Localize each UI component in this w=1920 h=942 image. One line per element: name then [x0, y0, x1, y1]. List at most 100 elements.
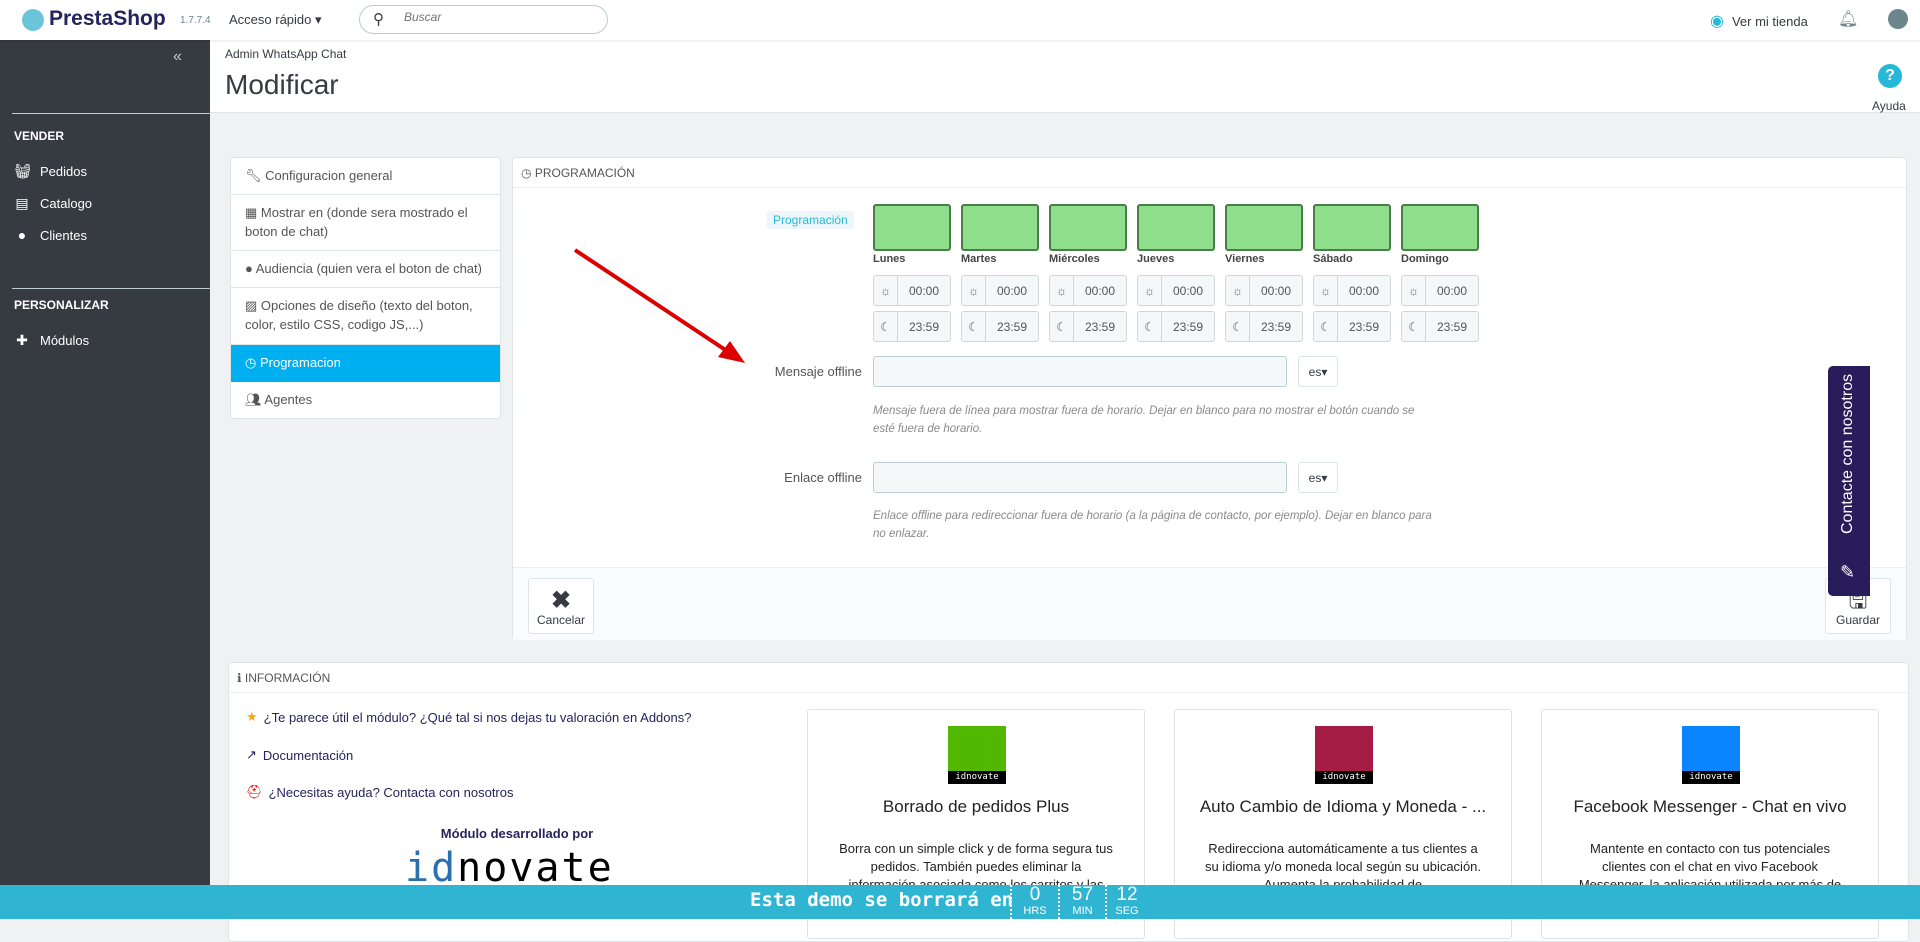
- minutes-value: 57: [1071, 884, 1094, 905]
- lang-label: es: [1308, 364, 1322, 379]
- star-icon: ★: [246, 709, 258, 724]
- help-icon[interactable]: ?: [1878, 64, 1902, 88]
- quick-access-dropdown[interactable]: Acceso rápido ▾: [229, 12, 322, 28]
- day-toggle-4[interactable]: [1225, 204, 1303, 251]
- start-time-value: 00:00: [1436, 283, 1468, 298]
- menu-item-opciones-diseno[interactable]: ▨ Opciones de diseño (texto del boton, c…: [231, 288, 500, 345]
- end-time-input[interactable]: ☾ 23:59: [1049, 311, 1127, 342]
- start-time-input[interactable]: ☼ 00:00: [1401, 275, 1479, 306]
- menu-item-config-general[interactable]: 🔧︎ Configuracion general: [231, 158, 500, 195]
- end-time-value: 23:59: [1348, 319, 1380, 334]
- sidebar-item-pedidos[interactable]: 🧺︎ Pedidos: [14, 163, 87, 180]
- offline-message-input[interactable]: [873, 356, 1287, 387]
- eye-icon: ◉: [1710, 13, 1724, 30]
- day-toggle-6[interactable]: [1401, 204, 1479, 251]
- sidebar-item-modulos[interactable]: ✚ Módulos: [14, 332, 89, 349]
- day-label: Domingo: [1401, 253, 1449, 265]
- seconds-counter: 12 SEG: [1105, 885, 1147, 919]
- idnovate-logo[interactable]: idnovate: [405, 846, 614, 890]
- lang-label: es: [1308, 470, 1322, 485]
- basket-icon: 🧺︎: [14, 163, 32, 179]
- view-store-label: Ver mi tienda: [1731, 13, 1808, 29]
- day-label: Jueves: [1137, 253, 1175, 265]
- breadcrumb[interactable]: Admin WhatsApp Chat: [225, 47, 346, 61]
- cancel-button[interactable]: ✖ Cancelar: [528, 578, 594, 634]
- start-time-input[interactable]: ☼ 00:00: [873, 275, 951, 306]
- contact-us-label: Contacte con nosotros: [1839, 373, 1856, 534]
- view-store-link[interactable]: ◉ Ver mi tienda: [1710, 11, 1808, 31]
- image-icon: ▨: [245, 298, 258, 313]
- clock-icon: ◷: [521, 166, 532, 180]
- search-icon[interactable]: ⚲: [373, 10, 384, 28]
- end-time-input[interactable]: ☾ 23:59: [1401, 311, 1479, 342]
- start-time-input[interactable]: ☼ 00:00: [1137, 275, 1215, 306]
- divider: [12, 113, 210, 114]
- end-time-input[interactable]: ☾ 23:59: [1225, 311, 1303, 342]
- seconds-value: 12: [1116, 884, 1138, 905]
- module-title[interactable]: Facebook Messenger - Chat en vivo: [1552, 797, 1868, 817]
- menu-item-programacion[interactable]: ◷ Programacion: [231, 345, 500, 382]
- day-toggle-5[interactable]: [1313, 204, 1391, 251]
- search-input[interactable]: [404, 10, 594, 24]
- sidebar-item-catalogo[interactable]: ▤ Catalogo: [14, 195, 92, 212]
- sidebar: « VENDER 🧺︎ Pedidos ▤ Catalogo ● Clientes P…: [0, 40, 210, 919]
- offline-link-help: Enlace offline para redireccionar fuera …: [873, 510, 1432, 540]
- sidebar-item-clientes[interactable]: ● Clientes: [14, 227, 87, 243]
- start-time-input[interactable]: ☼ 00:00: [1225, 275, 1303, 306]
- developed-by-label: Módulo desarrollado por: [440, 826, 594, 841]
- module-title[interactable]: Borrado de pedidos Plus: [818, 797, 1134, 817]
- help-label[interactable]: Ayuda: [1872, 99, 1906, 113]
- panel-footer: [513, 567, 1906, 640]
- day-toggle-1[interactable]: [961, 204, 1039, 251]
- moon-icon: ☾: [1138, 312, 1162, 341]
- start-time-value: 00:00: [1348, 283, 1380, 298]
- quick-access-label: Acceso rápido: [229, 12, 312, 27]
- user-avatar-icon[interactable]: [1888, 9, 1908, 29]
- end-time-input[interactable]: ☾ 23:59: [873, 311, 951, 342]
- menu-item-audiencia[interactable]: ● Audiencia (quien vera el boton de chat…: [231, 251, 500, 288]
- menu-item-mostrar-en[interactable]: ▦ Mostrar en (donde sera mostrado el bot…: [231, 195, 500, 251]
- day-label: Viernes: [1225, 253, 1265, 265]
- contact-support-link[interactable]: ⛑ ¿Necesitas ayuda? Contacta con nosotros: [246, 784, 513, 800]
- caret-down-icon: ▾: [1321, 364, 1328, 379]
- end-time-input[interactable]: ☾ 23:59: [961, 311, 1039, 342]
- offline-link-lang-dropdown[interactable]: es ▾: [1298, 462, 1338, 493]
- module-icon: idnovate: [1315, 726, 1373, 784]
- demo-countdown-bar: Esta demo se borrará en 0 HRS 57 MIN 12 SEG: [0, 885, 1920, 919]
- menu-item-agentes[interactable]: 👥︎ Agentes: [231, 382, 500, 418]
- end-time-input[interactable]: ☾ 23:59: [1137, 311, 1215, 342]
- end-time-value: 23:59: [1436, 319, 1468, 334]
- day-toggle-3[interactable]: [1137, 204, 1215, 251]
- collapse-sidebar-icon[interactable]: «: [173, 48, 182, 66]
- prestashop-logo-icon[interactable]: [22, 9, 44, 31]
- end-time-input[interactable]: ☾ 23:59: [1313, 311, 1391, 342]
- day-label: Lunes: [873, 253, 906, 265]
- seconds-label: SEG: [1115, 905, 1139, 917]
- sidebar-item-label: Módulos: [40, 333, 90, 348]
- day-label: Martes: [961, 253, 997, 265]
- start-time-input[interactable]: ☼ 00:00: [1313, 275, 1391, 306]
- start-time-input[interactable]: ☼ 00:00: [1049, 275, 1127, 306]
- documentation-link[interactable]: ↗ Documentación: [246, 747, 353, 763]
- day-toggle-0[interactable]: [873, 204, 951, 251]
- module-badge: idnovate: [948, 771, 1006, 784]
- rate-addons-link[interactable]: ★ ¿Te parece útil el módulo? ¿Qué tal si …: [246, 709, 691, 725]
- link-label: ¿Te parece útil el módulo? ¿Qué tal si n…: [263, 709, 692, 725]
- day-toggle-2[interactable]: [1049, 204, 1127, 251]
- contact-us-tab[interactable]: Contacte con nosotros ✎: [1828, 366, 1870, 596]
- sidebar-item-label: Catalogo: [40, 196, 93, 211]
- offline-link-input[interactable]: [873, 462, 1287, 493]
- start-time-input[interactable]: ☼ 00:00: [961, 275, 1039, 306]
- menu-item-label: Opciones de diseño (texto del boton, col…: [245, 298, 473, 332]
- cancel-label: Cancelar: [536, 613, 586, 627]
- demo-text: Esta demo se borrará en: [750, 889, 1014, 911]
- panel-heading: ◷ PROGRAMACIÓN: [513, 158, 1906, 188]
- section-vender: VENDER: [14, 129, 65, 143]
- module-title[interactable]: Auto Cambio de Idioma y Moneda - ...: [1185, 797, 1501, 817]
- search-box[interactable]: ⚲: [359, 5, 608, 34]
- sun-icon: ☼: [1402, 276, 1426, 305]
- offline-message-lang-dropdown[interactable]: es ▾: [1298, 356, 1338, 387]
- brand-name[interactable]: PrestaShop: [49, 7, 166, 31]
- bell-icon[interactable]: 🔔︎: [1838, 9, 1858, 29]
- sun-icon: ☼: [874, 276, 898, 305]
